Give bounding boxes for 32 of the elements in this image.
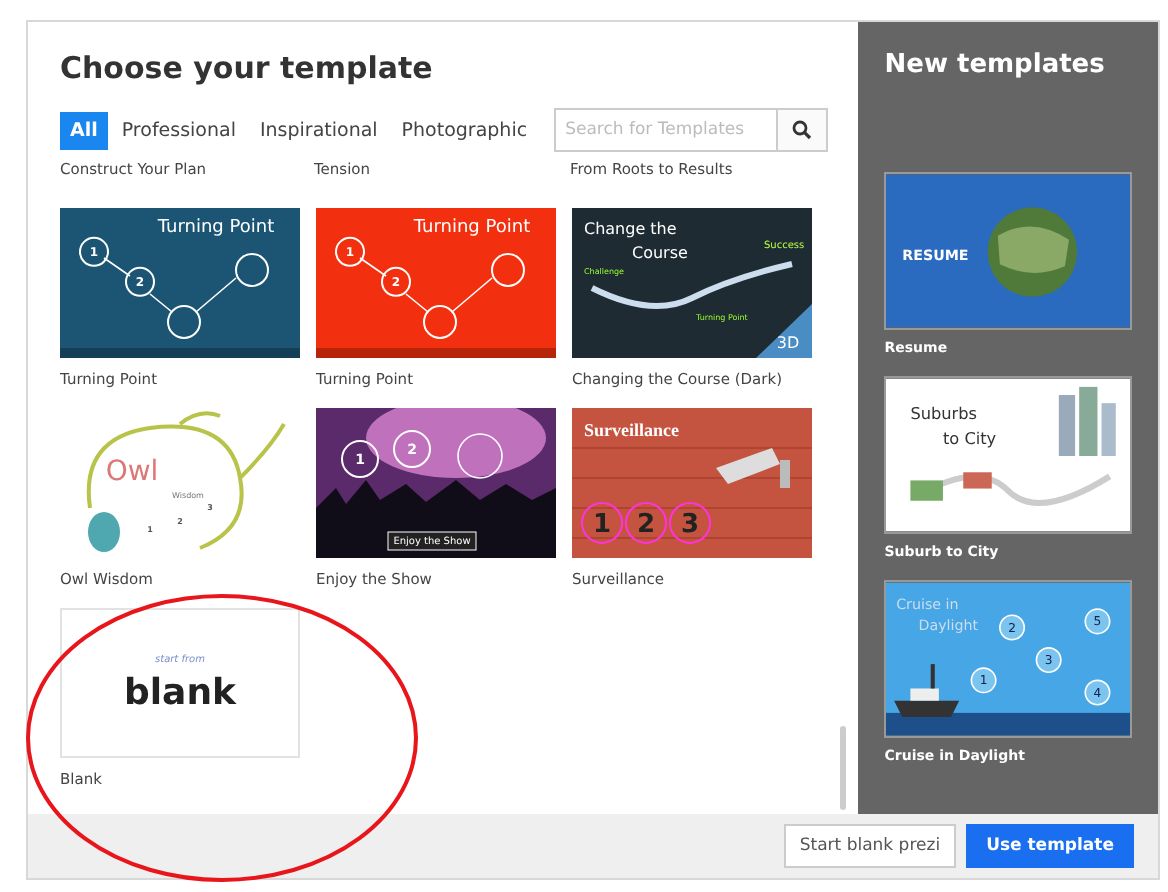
template-thumbnail[interactable]: Suburbs to City xyxy=(884,376,1133,534)
step-marker: 2 xyxy=(625,501,667,544)
step-marker: 3 xyxy=(669,501,711,544)
camera-drawing xyxy=(716,448,790,488)
slide-text: Surveillance xyxy=(584,420,679,440)
filter-tab[interactable]: Inspirational xyxy=(249,111,388,149)
filter-tab[interactable]: Photographic xyxy=(391,111,538,149)
search-icon xyxy=(791,120,812,140)
slide-text: Owl xyxy=(105,456,159,488)
filter-tab[interactable]: Professional xyxy=(111,111,246,149)
globe-drawing xyxy=(988,207,1078,297)
step-marker: 1 xyxy=(581,501,623,544)
dialog-title: Choose your template xyxy=(58,48,435,90)
slide-text: Suburbs xyxy=(910,403,978,424)
slide-text: 3D xyxy=(776,334,800,352)
slide-text: to City xyxy=(943,427,997,448)
slide-text: blank xyxy=(124,672,236,714)
panel-title: New templates xyxy=(884,48,1107,84)
slide-text: Change the xyxy=(584,220,677,238)
city-drawing xyxy=(1059,386,1117,456)
template-thumbnail[interactable]: Surveillance 1 2 3 xyxy=(572,408,812,558)
ship-drawing xyxy=(894,664,960,717)
start-blank-button[interactable]: Start blank prezi xyxy=(783,824,957,868)
scrollbar-thumb[interactable] xyxy=(840,726,847,810)
search-button[interactable] xyxy=(777,110,826,150)
slide-text: Turning Point xyxy=(413,218,531,238)
owl-drawing xyxy=(88,512,120,552)
corner-ribbon xyxy=(756,304,812,358)
filter-tab[interactable]: All xyxy=(60,111,108,149)
slide-text: Turning Point xyxy=(157,218,275,238)
use-template-button[interactable]: Use template xyxy=(966,824,1134,868)
slide-text: Course xyxy=(632,244,688,262)
